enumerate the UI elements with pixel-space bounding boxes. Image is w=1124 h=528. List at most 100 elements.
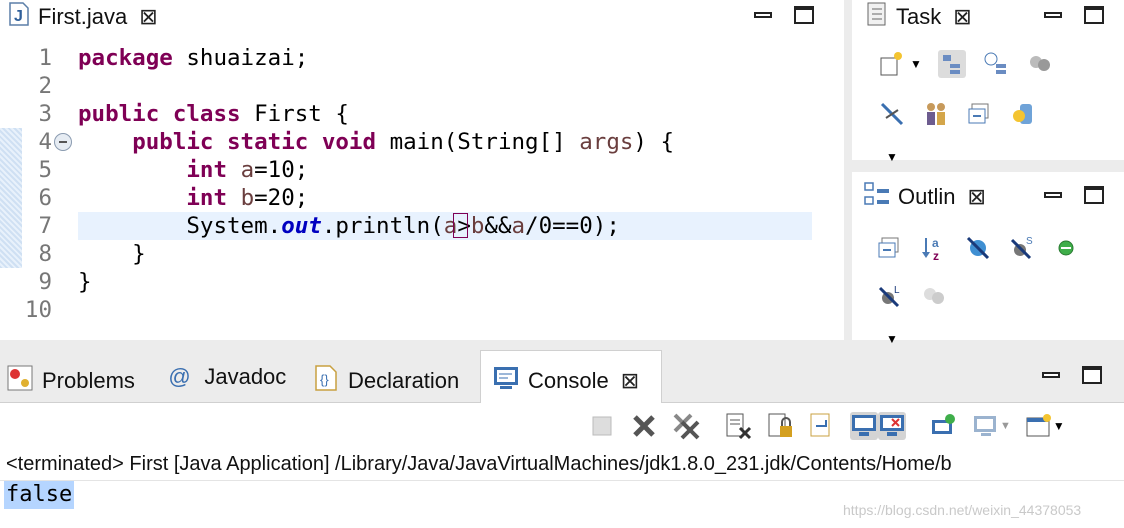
maximize-icon[interactable] bbox=[1084, 186, 1104, 204]
task-pane: Task ⊠ ▼ ▼ bbox=[852, 0, 1124, 164]
line-number: 3 bbox=[38, 101, 52, 127]
outline-window-controls bbox=[1044, 186, 1104, 204]
open-console-icon[interactable] bbox=[1025, 412, 1053, 440]
categorized-icon[interactable] bbox=[937, 50, 966, 78]
group-icon[interactable] bbox=[920, 282, 948, 310]
console-toolbar: ▼ ▼ bbox=[588, 412, 1065, 440]
dropdown-icon[interactable]: ▼ bbox=[910, 57, 922, 71]
word-wrap-icon[interactable] bbox=[808, 412, 836, 440]
minimize-icon[interactable] bbox=[754, 12, 772, 18]
view-menu-icon[interactable]: ▼ bbox=[886, 150, 898, 164]
terminate-icon[interactable] bbox=[588, 412, 616, 440]
new-task-icon[interactable] bbox=[878, 50, 906, 78]
code-line[interactable]: public static void main(String[] args) { bbox=[78, 128, 674, 156]
code-token: out bbox=[281, 213, 322, 239]
hide-nonpublic-icon[interactable] bbox=[1052, 234, 1080, 262]
declaration-icon: {} bbox=[312, 364, 340, 398]
line-number: 8 bbox=[38, 241, 52, 267]
scheduled-icon[interactable] bbox=[982, 50, 1010, 78]
task-tab[interactable]: Task ⊠ bbox=[866, 2, 972, 32]
view-menu-icon[interactable]: ▼ bbox=[886, 332, 898, 346]
code-token: b bbox=[240, 185, 255, 211]
sort-icon[interactable]: az bbox=[920, 234, 948, 263]
collapse-icon[interactable] bbox=[54, 133, 72, 151]
minimize-icon[interactable] bbox=[1044, 192, 1062, 198]
console-output[interactable]: false bbox=[4, 481, 75, 509]
console-output-area[interactable] bbox=[0, 480, 1124, 481]
minimize-icon[interactable] bbox=[1042, 372, 1060, 378]
code-token: =10; bbox=[254, 157, 309, 183]
svg-text:z: z bbox=[933, 249, 939, 262]
code-token: a bbox=[511, 213, 526, 239]
show-on-stdout-icon[interactable] bbox=[850, 412, 878, 440]
code-token: public bbox=[132, 129, 214, 155]
editor-pane: J First.java ⊠ 1 package shuaizai; 2 3 publi… bbox=[0, 0, 844, 340]
outline-icon bbox=[864, 181, 890, 213]
focus-workweek-icon[interactable] bbox=[1026, 50, 1054, 78]
scroll-lock-icon[interactable] bbox=[766, 412, 794, 440]
close-icon[interactable]: ⊠ bbox=[621, 368, 639, 394]
line-number: 7 bbox=[38, 213, 52, 239]
pin-console-icon[interactable] bbox=[930, 412, 958, 440]
close-icon[interactable]: ⊠ bbox=[967, 184, 985, 210]
remove-launch-icon[interactable] bbox=[630, 412, 658, 440]
remove-all-terminated-icon[interactable] bbox=[672, 412, 700, 440]
tab-declaration[interactable]: {} Declaration bbox=[312, 364, 459, 398]
minimize-icon[interactable] bbox=[1044, 12, 1062, 18]
problems-icon bbox=[6, 364, 34, 398]
tab-javadoc[interactable]: @ Javadoc bbox=[168, 364, 286, 390]
code-token: ) { bbox=[633, 129, 675, 155]
collapse-all-icon[interactable] bbox=[876, 234, 904, 262]
code-token: args bbox=[579, 129, 634, 155]
filter-icon[interactable] bbox=[878, 100, 906, 128]
dropdown-icon[interactable]: ▼ bbox=[1053, 419, 1065, 433]
javadoc-icon: @ bbox=[168, 364, 191, 389]
console-icon bbox=[492, 364, 520, 398]
show-on-stderr-icon[interactable] bbox=[878, 412, 906, 440]
code-token: shuaizai; bbox=[172, 45, 309, 71]
code-token: System. bbox=[78, 213, 282, 239]
code-line[interactable]: int a=10; bbox=[78, 156, 308, 184]
team-icon[interactable] bbox=[922, 100, 950, 128]
collapse-all-icon[interactable] bbox=[966, 100, 994, 128]
editor-tab-first-java[interactable]: J First.java ⊠ bbox=[8, 2, 158, 32]
console-window-controls bbox=[1042, 366, 1102, 384]
clear-console-icon[interactable] bbox=[724, 412, 752, 440]
java-file-icon: J bbox=[8, 2, 30, 32]
code-line[interactable]: } bbox=[78, 268, 92, 296]
code-token: /0==0); bbox=[525, 213, 620, 239]
display-console-icon[interactable] bbox=[972, 412, 1000, 440]
code-line[interactable]: } bbox=[78, 240, 146, 268]
hide-local-types-icon[interactable]: L bbox=[876, 282, 904, 310]
code-line[interactable]: int b=20; bbox=[78, 184, 308, 212]
tab-problems-label: Problems bbox=[42, 368, 135, 393]
code-line[interactable]: System.out.println(a>b&&a/0==0); bbox=[78, 212, 620, 240]
close-icon[interactable]: ⊠ bbox=[953, 4, 971, 30]
synchronize-icon[interactable] bbox=[1010, 100, 1038, 128]
code-line[interactable]: package shuaizai; bbox=[78, 44, 308, 72]
outline-tab[interactable]: Outlin ⊠ bbox=[864, 181, 986, 213]
line-number: 10 bbox=[24, 297, 52, 323]
task-list-icon bbox=[866, 2, 888, 32]
tab-console[interactable]: Console ⊠ bbox=[492, 364, 639, 398]
line-number: 4 bbox=[38, 129, 52, 155]
maximize-icon[interactable] bbox=[1084, 6, 1104, 24]
task-window-controls bbox=[1044, 6, 1104, 24]
svg-text:L: L bbox=[894, 285, 900, 296]
task-toolbar-row-2 bbox=[878, 100, 1038, 128]
task-toolbar-row-1: ▼ bbox=[878, 50, 1054, 78]
hide-static-icon[interactable]: S bbox=[1008, 234, 1036, 262]
code-line[interactable]: public class First { bbox=[78, 100, 349, 128]
svg-text:{}: {} bbox=[320, 372, 329, 387]
maximize-icon[interactable] bbox=[1082, 366, 1102, 384]
svg-text:J: J bbox=[14, 8, 23, 25]
close-icon[interactable]: ⊠ bbox=[139, 4, 157, 30]
maximize-icon[interactable] bbox=[794, 6, 814, 24]
hide-fields-icon[interactable] bbox=[964, 234, 992, 262]
tab-problems[interactable]: Problems bbox=[6, 364, 135, 398]
dropdown-icon[interactable]: ▼ bbox=[1000, 420, 1011, 432]
code-token: a bbox=[240, 157, 255, 183]
